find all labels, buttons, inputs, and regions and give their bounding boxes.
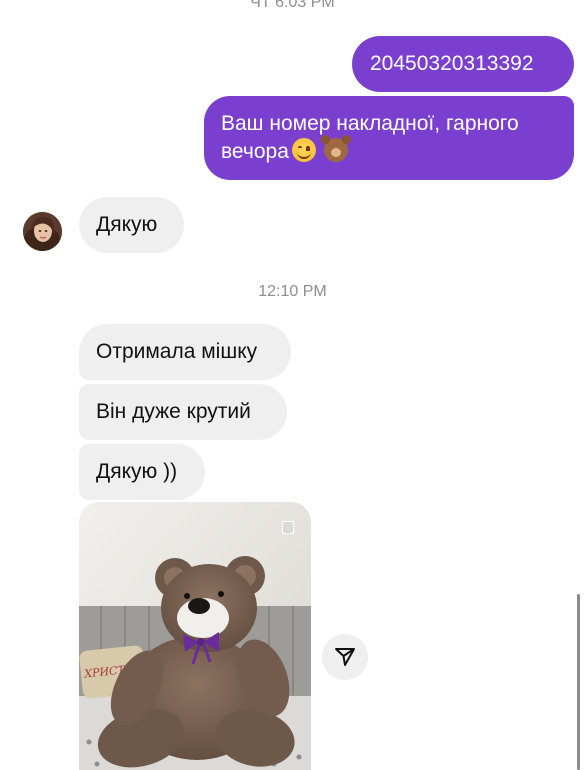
- incoming-message-thanks[interactable]: Дякую: [79, 197, 184, 253]
- teddy-bear-photo[interactable]: ХРИСТЯ: [79, 502, 311, 770]
- invoice-text-line1: Ваш номер накладної, гарного: [221, 112, 519, 135]
- timestamp-top: ЧТ 6:03 PM: [250, 0, 335, 11]
- incoming-message-got[interactable]: Отримала мішку: [79, 324, 291, 380]
- outgoing-message-invoice[interactable]: Ваш номер накладної, гарного вечора: [204, 96, 574, 180]
- smiling-face-icon: [291, 138, 316, 162]
- share-button[interactable]: [322, 634, 368, 680]
- invoice-text-line2: вечора: [221, 140, 289, 163]
- avatar[interactable]: [23, 212, 62, 251]
- timestamp-mid: 12:10 PM: [258, 283, 327, 300]
- multi-photo-icon: [282, 521, 294, 534]
- incoming-message-cool[interactable]: Він дуже крутий: [79, 384, 287, 440]
- teddy-bear-image: ХРИСТЯ: [79, 502, 311, 770]
- avatar-photo: [23, 212, 62, 251]
- outgoing-message-number[interactable]: 20450320313392: [352, 36, 574, 92]
- bear-face-icon: [320, 135, 348, 162]
- paper-plane-icon: [335, 648, 355, 666]
- incoming-message-thanks-2[interactable]: Дякую )): [79, 444, 205, 500]
- scrollbar[interactable]: [577, 594, 580, 770]
